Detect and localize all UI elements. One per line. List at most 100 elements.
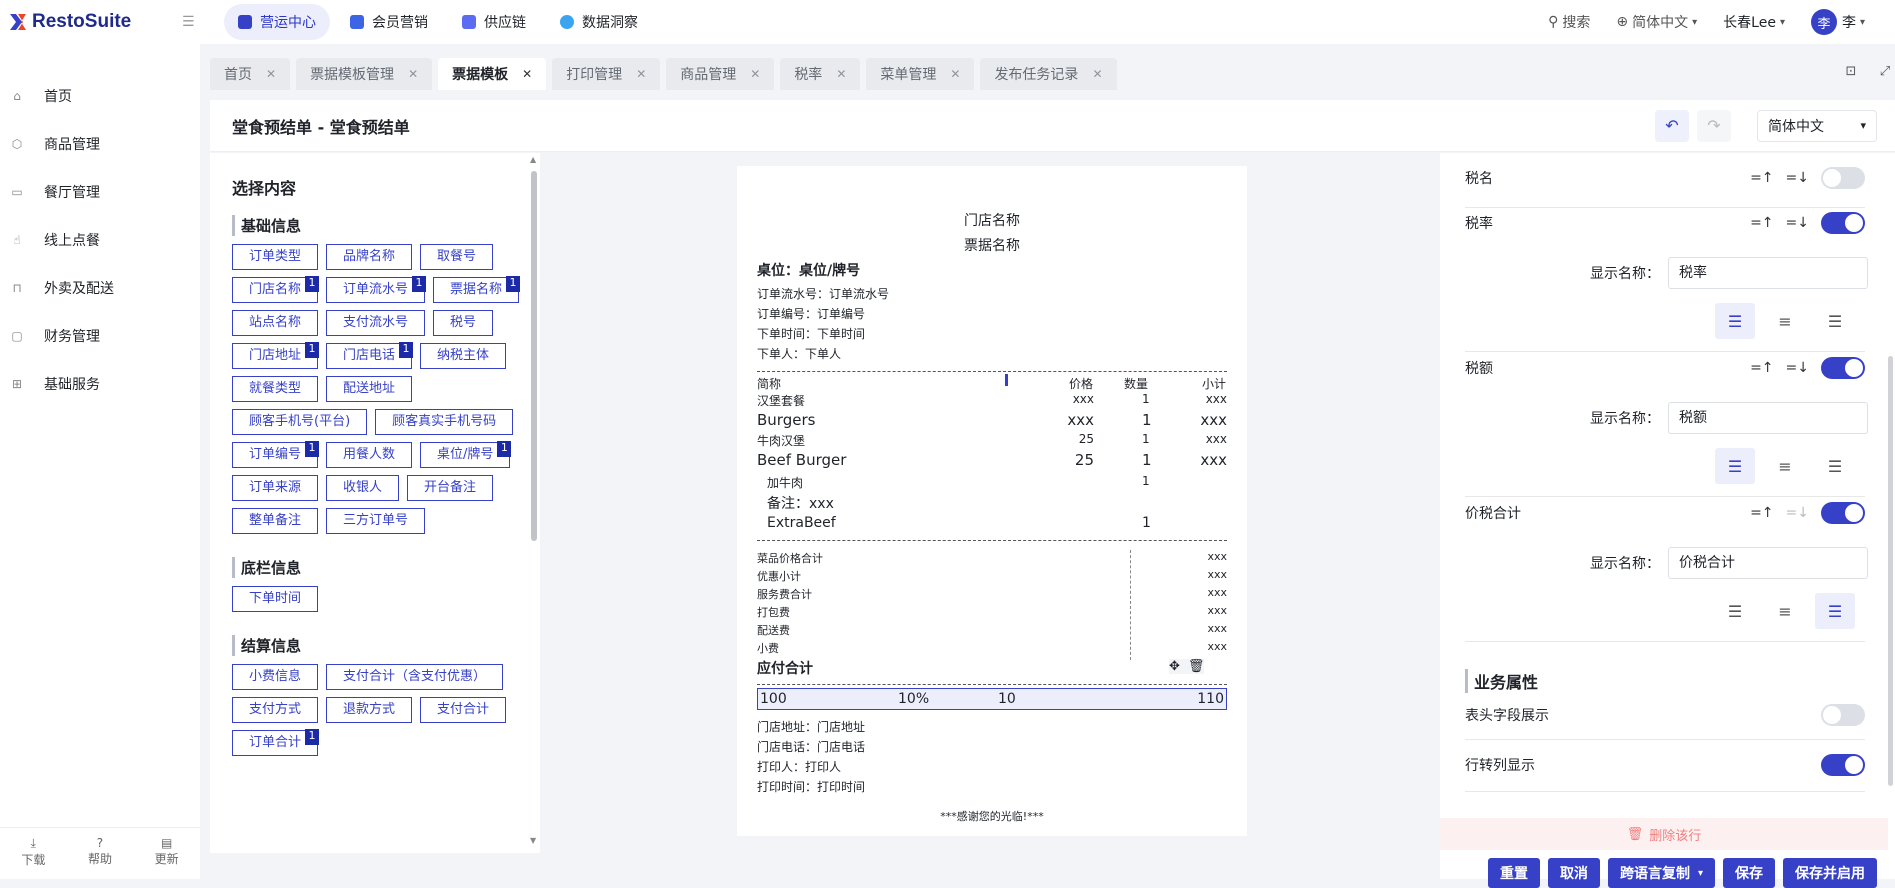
store-phone[interactable]: 门店电话：门店电话 [757, 738, 865, 755]
item-name[interactable]: 牛肉汉堡 [757, 432, 805, 449]
total-value[interactable]: xxx [1207, 550, 1227, 563]
sort-asc-icon[interactable]: =↑ [1750, 505, 1773, 521]
tab-receipt-template-mgmt[interactable]: 票据模板管理 ✕ [296, 58, 433, 90]
tab-menu-mgmt[interactable]: 菜单管理 ✕ [866, 58, 975, 90]
field-chip[interactable]: 整单备注 [232, 508, 319, 534]
field-chip[interactable]: 站点名称 [232, 310, 319, 336]
close-icon[interactable]: ✕ [522, 67, 532, 81]
item-price[interactable]: xxx [1067, 411, 1094, 429]
thanks-text[interactable]: ***感谢您的光临!*** [737, 808, 1247, 824]
item-name[interactable]: 汉堡套餐 [757, 392, 805, 409]
item-subtotal[interactable]: xxx [1206, 392, 1227, 406]
field-chip[interactable]: 顾客真实手机号码 [375, 409, 514, 435]
update-button[interactable]: ▤ 更新 [155, 828, 179, 879]
sidebar-item-delivery[interactable]: ⊓ 外卖及配送 [0, 264, 200, 312]
col-price[interactable]: 价格 [1069, 375, 1093, 392]
collapse-menu-icon[interactable]: ☰ [182, 14, 212, 30]
field-chip[interactable]: 支付流水号 [326, 310, 426, 336]
extra-qty[interactable]: 1 [1142, 515, 1151, 531]
align-left-icon[interactable]: ☰ [1715, 593, 1755, 629]
printer-name[interactable]: 打印人：打印人 [757, 758, 841, 775]
sort-asc-icon[interactable]: =↑ [1750, 215, 1773, 231]
cancel-button[interactable]: 取消 [1548, 858, 1600, 888]
item-subtotal[interactable]: xxx [1200, 451, 1227, 469]
field-chip[interactable]: 门店电话 1 [326, 342, 414, 369]
sidebar-item-products[interactable]: ⬡ 商品管理 [0, 120, 200, 168]
field-chip[interactable]: 退款方式 [326, 697, 413, 723]
scroll-thumb[interactable] [531, 171, 537, 541]
receipt-name[interactable]: 票据名称 [737, 235, 1247, 255]
order-time[interactable]: 下单时间：下单时间 [757, 325, 865, 342]
item-qty[interactable]: 1 [1142, 392, 1150, 406]
tab-home[interactable]: 首页 ✕ [210, 58, 291, 90]
visible-toggle[interactable] [1821, 212, 1865, 234]
sort-asc-icon[interactable]: =↑ [1750, 170, 1773, 186]
field-chip[interactable]: 配送地址 [326, 376, 413, 402]
store-switch[interactable]: 长春Lee ▾ [1723, 12, 1785, 32]
total-value[interactable]: xxx [1207, 604, 1227, 617]
search-button[interactable]: ⚲ 搜索 [1548, 12, 1590, 32]
sort-desc-icon[interactable]: =↓ [1786, 505, 1809, 521]
field-chip[interactable]: 品牌名称 [326, 244, 413, 270]
help-button[interactable]: ? 帮助 [88, 828, 112, 879]
sidebar-item-restaurant[interactable]: ▭ 餐厅管理 [0, 168, 200, 216]
total-label[interactable]: 菜品价格合计 [757, 550, 823, 566]
store-address[interactable]: 门店地址：门店地址 [757, 718, 865, 735]
move-icon[interactable]: ✥ [1169, 659, 1180, 674]
total-value[interactable]: xxx [1207, 622, 1227, 635]
sidebar-item-basic-services[interactable]: ⊞ 基础服务 [0, 360, 200, 408]
cross-language-copy-button[interactable]: 跨语言复制 ▾ [1608, 858, 1716, 888]
user-menu[interactable]: 李李 ▾ [1810, 9, 1865, 35]
column-handle[interactable] [1005, 374, 1008, 386]
item-note[interactable]: 备注：xxx [767, 493, 834, 513]
total-label[interactable]: 优惠小计 [757, 568, 801, 584]
item-name[interactable]: Burgers [757, 411, 815, 429]
field-chip[interactable]: 纳税主体 [420, 343, 507, 369]
field-chip[interactable]: 开台备注 [407, 475, 494, 501]
lock-icon[interactable]: ⊡ [1840, 64, 1862, 86]
topnav-supply-chain[interactable]: 供应链 [448, 4, 540, 40]
sidebar-item-home[interactable]: ⌂ 首页 [0, 72, 200, 120]
table-number[interactable]: 桌位：桌位/牌号 [757, 260, 860, 280]
tab-print-mgmt[interactable]: 打印管理 ✕ [552, 58, 661, 90]
field-chip[interactable]: 桌位/牌号 1 [420, 441, 512, 468]
close-icon[interactable]: ✕ [266, 67, 276, 81]
field-chip[interactable]: 订单流水号 1 [326, 276, 427, 303]
sort-asc-icon[interactable]: =↑ [1750, 360, 1773, 376]
total-label[interactable]: 配送费 [757, 622, 790, 638]
delete-row-button[interactable]: 🗑 删除该行 [1440, 818, 1888, 850]
align-center-icon[interactable]: ≡ [1765, 303, 1805, 339]
field-chip[interactable]: 订单类型 [232, 244, 319, 270]
align-left-icon[interactable]: ☰ [1715, 303, 1755, 339]
save-button[interactable]: 保存 [1723, 858, 1776, 888]
topnav-operations[interactable]: 营运中心 [224, 4, 330, 40]
display-name-input[interactable]: 价税合计 [1668, 547, 1868, 579]
tax-row-selected[interactable]: 100 10% 10 110 [757, 688, 1227, 710]
field-chip[interactable]: 就餐类型 [232, 376, 319, 402]
sidebar-item-online-order[interactable]: ☝ 线上点餐 [0, 216, 200, 264]
item-subtotal[interactable]: xxx [1206, 432, 1227, 446]
total-value[interactable]: xxx [1207, 586, 1227, 599]
extra-item[interactable]: ExtraBeef [767, 515, 836, 531]
align-center-icon[interactable]: ≡ [1765, 593, 1805, 629]
undo-button[interactable]: ↶ [1655, 109, 1689, 142]
topnav-data-insight[interactable]: 数据洞察 [546, 4, 652, 40]
fullscreen-icon[interactable]: ⤢ [1874, 64, 1895, 86]
tab-tax-rate[interactable]: 税率 ✕ [780, 58, 861, 90]
field-chip[interactable]: 下单时间 [232, 586, 319, 612]
redo-button[interactable]: ↷ [1697, 109, 1731, 142]
visible-toggle[interactable] [1821, 167, 1865, 189]
close-icon[interactable]: ✕ [950, 67, 960, 81]
tab-receipt-template[interactable]: 票据模板 ✕ [438, 58, 547, 90]
topnav-member-marketing[interactable]: 会员营销 [336, 4, 442, 40]
field-chip[interactable]: 订单来源 [232, 475, 319, 501]
sort-desc-icon[interactable]: =↓ [1786, 215, 1809, 231]
addon-name[interactable]: 加牛肉 [767, 474, 803, 491]
sidebar-item-finance[interactable]: ▢ 财务管理 [0, 312, 200, 360]
field-chip[interactable]: 顾客手机号(平台) [232, 409, 368, 435]
field-chip[interactable]: 订单编号 1 [232, 441, 320, 468]
language-switch[interactable]: ⊕ 简体中文 ▾ [1616, 12, 1697, 32]
left-scrollbar[interactable]: ▲ ▼ [530, 155, 538, 845]
order-person[interactable]: 下单人：下单人 [757, 345, 841, 362]
field-chip[interactable]: 支付合计（含支付优惠） [326, 664, 504, 690]
